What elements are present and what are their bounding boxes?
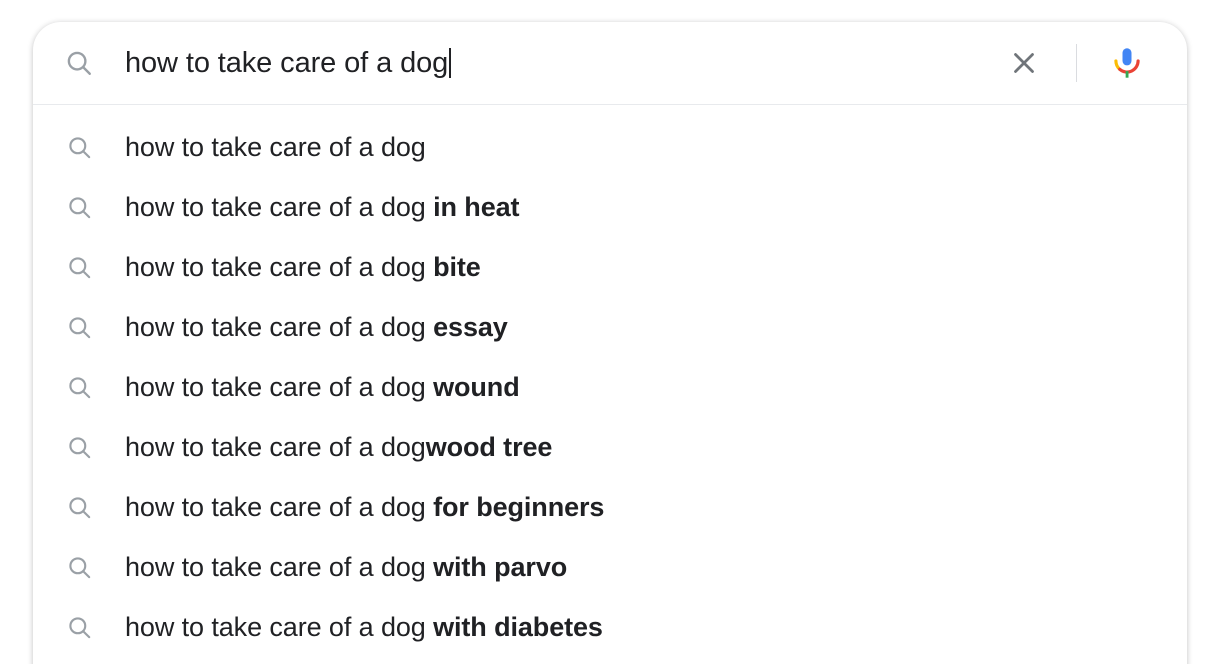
search-suggestions-card: how to take care of a dog how to take ca… — [33, 22, 1187, 664]
close-icon[interactable] — [998, 37, 1050, 89]
search-icon — [33, 117, 125, 177]
search-input[interactable]: how to take care of a dog — [125, 22, 998, 104]
suggestion-row[interactable]: how to take care of a dog with parvo — [33, 537, 1187, 597]
microphone-icon[interactable] — [1103, 39, 1151, 87]
suggestion-prefix: how to take care of a dog — [125, 491, 426, 522]
suggestion-prefix: how to take care of a dog — [125, 311, 426, 342]
suggestion-prefix: how to take care of a dog — [125, 611, 426, 642]
suggestion-completion: bite — [433, 251, 481, 282]
suggestion-completion: wood tree — [425, 431, 553, 462]
suggestion-completion: in heat — [433, 191, 520, 222]
suggestion-row[interactable]: how to take care of a dogwood tree — [33, 417, 1187, 477]
search-bar[interactable]: how to take care of a dog — [33, 22, 1187, 104]
suggestion-row[interactable]: how to take care of a dog bite — [33, 237, 1187, 297]
actions-divider — [1076, 44, 1077, 82]
suggestion-text: how to take care of a dog bite — [125, 251, 481, 282]
suggestion-completion: for beginners — [433, 491, 605, 522]
suggestion-row[interactable]: how to take care of a dog in heat — [33, 177, 1187, 237]
search-icon — [33, 597, 125, 657]
suggestion-list: how to take care of a dog how to take car… — [33, 105, 1187, 657]
suggestion-row[interactable]: how to take care of a dog with diabetes — [33, 597, 1187, 657]
search-icon — [33, 22, 125, 104]
suggestion-text: how to take care of a dogwood tree — [125, 431, 553, 462]
page-root: how to take care of a dog how to take ca… — [0, 0, 1220, 664]
suggestion-row[interactable]: how to take care of a dog wound — [33, 357, 1187, 417]
suggestion-text: how to take care of a dog with diabetes — [125, 611, 603, 642]
suggestion-prefix: how to take care of a dog — [125, 131, 426, 162]
search-icon — [33, 417, 125, 477]
suggestion-prefix: how to take care of a dog — [125, 431, 426, 462]
search-input-value: how to take care of a dog — [125, 46, 449, 79]
search-icon — [33, 357, 125, 417]
suggestion-prefix: how to take care of a dog — [125, 371, 426, 402]
suggestion-row[interactable]: how to take care of a dog essay — [33, 297, 1187, 357]
suggestion-completion: with diabetes — [433, 611, 603, 642]
suggestion-completion: essay — [433, 311, 508, 342]
suggestion-text: how to take care of a dog wound — [125, 371, 520, 402]
search-icon — [33, 237, 125, 297]
suggestion-prefix: how to take care of a dog — [125, 191, 426, 222]
text-caret — [449, 48, 452, 78]
search-icon — [33, 477, 125, 537]
suggestion-completion: with parvo — [433, 551, 568, 582]
search-icon — [33, 297, 125, 357]
search-icon — [33, 177, 125, 237]
suggestion-completion: wound — [433, 371, 520, 402]
suggestion-row[interactable]: how to take care of a dog for beginners — [33, 477, 1187, 537]
suggestion-text: how to take care of a dog for beginners — [125, 491, 605, 522]
search-icon — [33, 537, 125, 597]
suggestion-text: how to take care of a dog — [125, 131, 426, 162]
suggestion-text: how to take care of a dog essay — [125, 311, 508, 342]
suggestion-prefix: how to take care of a dog — [125, 551, 426, 582]
suggestion-row[interactable]: how to take care of a dog — [33, 117, 1187, 177]
search-bar-actions — [998, 22, 1187, 104]
suggestion-text: how to take care of a dog with parvo — [125, 551, 568, 582]
suggestion-text: how to take care of a dog in heat — [125, 191, 520, 222]
suggestion-prefix: how to take care of a dog — [125, 251, 426, 282]
